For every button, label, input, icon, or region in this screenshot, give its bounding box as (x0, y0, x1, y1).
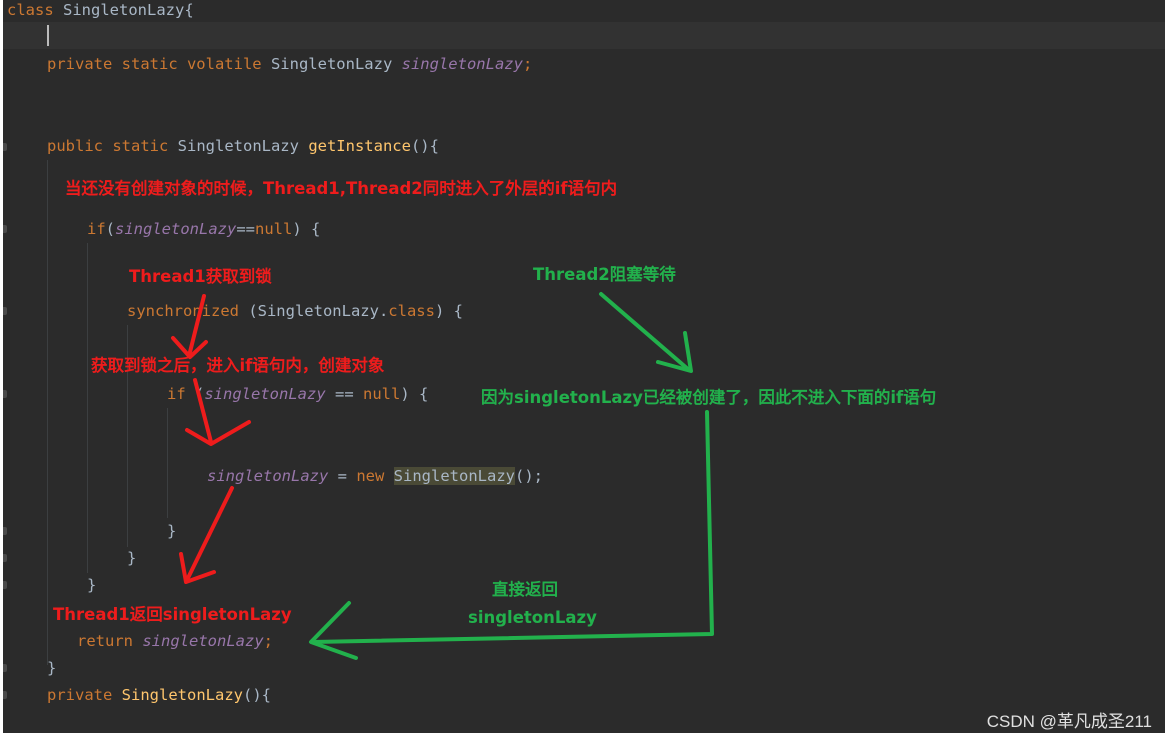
code-editor[interactable]: class SingletonLazy{ private static vola… (3, 0, 1165, 733)
green-arrow-2 (311, 410, 714, 644)
red-arrow-3 (185, 486, 234, 582)
green-arrow-2-head (309, 601, 358, 660)
watermark: CSDN @革凡成圣211 (986, 712, 1152, 731)
red-arrow-2 (193, 378, 213, 444)
red-arrow-2-head (185, 420, 251, 446)
annotation-arrows (171, 292, 714, 660)
green-arrow-1 (599, 292, 691, 372)
